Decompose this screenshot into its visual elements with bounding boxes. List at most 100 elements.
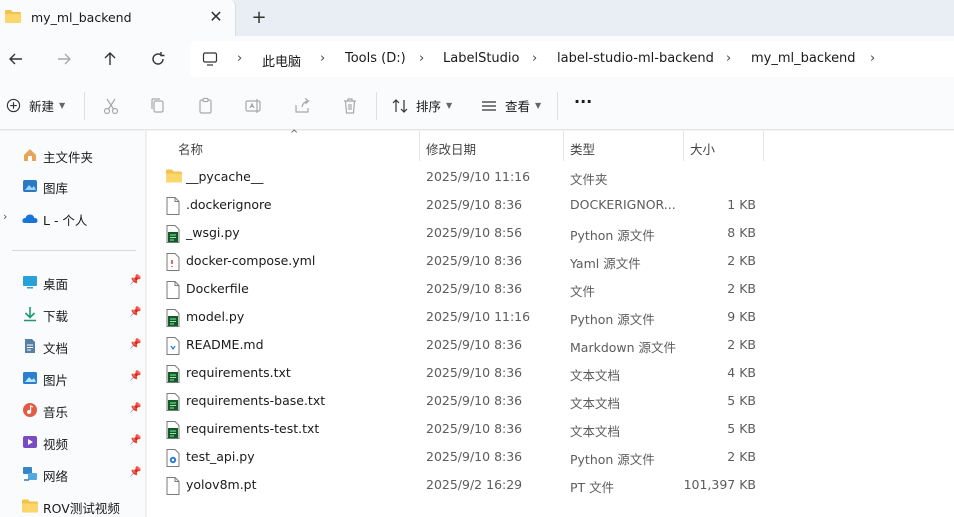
view-button-label: 查看	[505, 99, 531, 114]
file-name: requirements-test.txt	[186, 421, 320, 436]
sidebar-item-pictures[interactable]: 图片 📌	[0, 364, 146, 392]
more-options-icon[interactable]: ···	[574, 92, 592, 111]
navigation-pane: 主文件夹 图库 › L - 个人 桌面 📌 下载 📌 文档 📌 图片 📌 音乐 …	[0, 131, 146, 517]
file-type: Yaml 源文件	[570, 256, 641, 271]
file-type: DOCKERIGNOR...	[570, 197, 676, 212]
column-header-type[interactable]: 类型	[563, 131, 683, 161]
file-type: 文本文档	[570, 396, 621, 411]
file-row[interactable]: yolov8m.pt 2025/9/2 16:29 PT 文件 101,397 KB	[147, 472, 954, 500]
back-arrow-icon[interactable]	[3, 46, 29, 72]
sidebar-item-rov-videos[interactable]: ROV测试视频	[0, 492, 146, 517]
file-row[interactable]: README.md 2025/9/10 8:36 Markdown 源文件 2 KB	[147, 332, 954, 360]
sidebar-item-network[interactable]: 网络 📌	[0, 460, 146, 488]
pin-icon[interactable]: 📌	[129, 403, 141, 414]
file-row[interactable]: Dockerfile 2025/9/10 8:36 文件 2 KB	[147, 276, 954, 304]
file-row[interactable]: _wsgi.py 2025/9/10 8:56 Python 源文件 8 KB	[147, 220, 954, 248]
file-size: 9 KB	[727, 309, 756, 324]
file-icon	[166, 309, 182, 327]
new-button[interactable]: 新建 ▼	[6, 96, 65, 115]
sidebar-item-onedrive[interactable]: › L - 个人	[0, 204, 146, 232]
copy-icon[interactable]	[148, 96, 168, 116]
sidebar-item-gallery[interactable]: 图库	[0, 172, 146, 200]
pin-icon[interactable]: 📌	[129, 467, 141, 478]
sidebar-item-label: ROV测试视频	[43, 501, 120, 516]
file-size: 4 KB	[727, 365, 756, 380]
breadcrumb-my-ml-backend[interactable]: my_ml_backend	[751, 51, 856, 66]
document-icon	[25, 339, 35, 353]
file-date: 2025/9/10 8:36	[426, 365, 523, 380]
tab-my-ml-backend[interactable]: my_ml_backend ✕	[0, 0, 236, 36]
breadcrumb-chevron-icon[interactable]: ›	[320, 51, 325, 66]
file-name: docker-compose.yml	[186, 253, 316, 268]
file-row[interactable]: model.py 2025/9/10 11:16 Python 源文件 9 KB	[147, 304, 954, 332]
address-bar[interactable]: › 此电脑 › Tools (D:) › LabelStudio › label…	[190, 41, 954, 77]
file-type: 文件夹	[570, 172, 608, 187]
file-row[interactable]: requirements-base.txt 2025/9/10 8:36 文本文档 5…	[147, 388, 954, 416]
breadcrumb-label-studio-ml-backend[interactable]: label-studio-ml-backend	[557, 51, 714, 66]
sidebar-item-downloads[interactable]: 下载 📌	[0, 300, 146, 328]
column-header-label: 大小	[690, 142, 716, 157]
breadcrumb-this-pc[interactable]: 此电脑	[262, 51, 301, 70]
file-type: PT 文件	[570, 480, 615, 495]
onedrive-cloud-icon	[22, 214, 38, 223]
pin-icon[interactable]: 📌	[129, 275, 141, 286]
close-tab-icon[interactable]: ✕	[206, 7, 226, 27]
sidebar-item-music[interactable]: 音乐 📌	[0, 396, 146, 424]
view-button[interactable]: 查看 ▼	[481, 96, 541, 115]
paste-icon[interactable]	[196, 96, 216, 116]
command-toolbar: 新建 ▼ 排序 ▼ 查看 ▼ ···	[0, 82, 954, 130]
sidebar-item-label: 网络	[43, 469, 69, 484]
cut-icon[interactable]	[101, 96, 121, 116]
sidebar-item-documents[interactable]: 文档 📌	[0, 332, 146, 360]
computer-icon	[202, 52, 218, 66]
file-size: 8 KB	[727, 225, 756, 240]
pin-icon[interactable]: 📌	[129, 435, 141, 446]
sidebar-item-label: L - 个人	[43, 213, 88, 228]
breadcrumb-chevron-icon[interactable]: ›	[870, 51, 875, 66]
delete-icon[interactable]	[340, 96, 360, 116]
column-header-size[interactable]: 大小	[683, 131, 763, 161]
breadcrumb-chevron-icon[interactable]: ›	[237, 51, 242, 66]
share-icon[interactable]	[292, 96, 312, 116]
file-icon	[166, 197, 182, 215]
video-icon	[23, 436, 37, 448]
file-size: 101,397 KB	[683, 477, 756, 492]
file-row[interactable]: docker-compose.yml 2025/9/10 8:36 Yaml 源文件…	[147, 248, 954, 276]
file-row[interactable]: __pycache__ 2025/9/10 11:16 文件夹	[147, 164, 954, 192]
column-header-label: 修改日期	[426, 142, 477, 157]
file-name: Dockerfile	[186, 281, 249, 296]
sidebar-item-home[interactable]: 主文件夹	[0, 141, 146, 169]
network-icon	[23, 467, 37, 481]
breadcrumb-tools-drive[interactable]: Tools (D:)	[345, 51, 406, 66]
file-row[interactable]: requirements-test.txt 2025/9/10 8:36 文本文档 5…	[147, 416, 954, 444]
file-row[interactable]: test_api.py 2025/9/10 8:36 Python 源文件 2 KB	[147, 444, 954, 472]
file-row[interactable]: .dockerignore 2025/9/10 8:36 DOCKERIGNOR..…	[147, 192, 954, 220]
up-arrow-icon[interactable]	[97, 46, 123, 72]
sidebar-item-label: 桌面	[43, 277, 69, 292]
sidebar-item-desktop[interactable]: 桌面 📌	[0, 268, 146, 296]
pin-icon[interactable]: 📌	[129, 307, 141, 318]
sidebar-item-label: 视频	[43, 437, 69, 452]
breadcrumb-chevron-icon[interactable]: ›	[726, 51, 731, 66]
new-tab-icon[interactable]: +	[248, 7, 270, 29]
file-size: 2 KB	[727, 281, 756, 296]
rename-icon[interactable]	[244, 96, 264, 116]
forward-arrow-icon[interactable]	[51, 46, 77, 72]
column-header-name[interactable]: 名称 ^	[147, 129, 419, 161]
sidebar-item-videos[interactable]: 视频 📌	[0, 428, 146, 456]
refresh-icon[interactable]	[145, 46, 171, 72]
breadcrumb-chevron-icon[interactable]: ›	[532, 51, 537, 66]
pin-icon[interactable]: 📌	[129, 371, 141, 382]
expand-chevron-icon[interactable]: ›	[3, 210, 7, 223]
sort-button[interactable]: 排序 ▼	[392, 96, 452, 115]
file-icon	[166, 477, 182, 495]
file-list: 名称 ^ 修改日期 类型 大小 __pycache__ 2025/9/10 11:…	[147, 129, 954, 517]
breadcrumb-chevron-icon[interactable]: ›	[419, 51, 424, 66]
music-icon	[23, 403, 37, 417]
sidebar-item-label: 文档	[43, 341, 69, 356]
file-type: 文本文档	[570, 424, 621, 439]
file-row[interactable]: requirements.txt 2025/9/10 8:36 文本文档 4 KB	[147, 360, 954, 388]
column-header-date[interactable]: 修改日期	[419, 131, 563, 161]
pin-icon[interactable]: 📌	[129, 339, 141, 350]
breadcrumb-labelstudio[interactable]: LabelStudio	[443, 51, 519, 66]
